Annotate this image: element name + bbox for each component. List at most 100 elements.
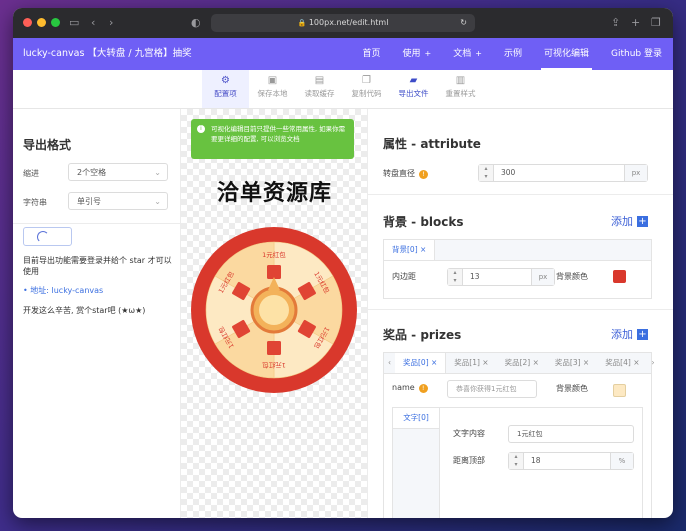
copy-icon: ❐ bbox=[362, 75, 371, 86]
prize-name-input[interactable]: 恭喜你获得1元红包 bbox=[447, 380, 537, 398]
tab-font-0[interactable]: 文字[0] bbox=[393, 408, 439, 429]
browser-titlebar: ▭ ‹ › ◐ 🔒 100px.net/edit.html ↻ ⇪ + ❐ bbox=[13, 8, 673, 38]
reload-icon[interactable]: ↻ bbox=[460, 14, 467, 32]
export-format-title: 导出格式 bbox=[23, 138, 72, 152]
shield-icon[interactable]: ◐ bbox=[191, 15, 201, 31]
tabs-overview-icon[interactable]: ❐ bbox=[651, 15, 661, 31]
minimize-window-button[interactable] bbox=[37, 18, 46, 27]
top-distance-input[interactable]: ▴ ▾ 18 % bbox=[508, 452, 634, 470]
forward-icon[interactable]: › bbox=[109, 15, 113, 31]
load-icon: ▤ bbox=[314, 75, 325, 86]
tab-block-0[interactable]: 背景[0] × bbox=[384, 240, 436, 260]
top-distance-value: 18 bbox=[531, 456, 541, 465]
diameter-input[interactable]: ▴ ▾ 300 px bbox=[478, 164, 648, 182]
back-icon[interactable]: ‹ bbox=[91, 15, 95, 31]
chevron-down-icon: ⌄ bbox=[154, 197, 161, 206]
toolbar-folder-button[interactable]: ▰ 导出文件 bbox=[390, 70, 437, 108]
add-label: 添加 bbox=[611, 215, 633, 228]
toolbar-label: 读取缓存 bbox=[304, 89, 335, 98]
zoom-window-button[interactable] bbox=[51, 18, 60, 27]
toolbar-label: 保存本地 bbox=[257, 89, 288, 98]
sidebar-icon[interactable]: ▭ bbox=[69, 15, 79, 31]
block-bgcolor-label: 背景颜色 bbox=[556, 272, 588, 281]
attribute-title: 属性 - attribute bbox=[383, 137, 481, 151]
share-icon[interactable]: ⇪ bbox=[611, 15, 620, 31]
diameter-value: 300 bbox=[501, 168, 516, 177]
nav-menu: 首页 使用 + 文档 + 示例 可视化编辑 Github 登录 bbox=[352, 38, 673, 70]
stepper-icon[interactable]: ▴ ▾ bbox=[448, 269, 463, 285]
lucky-wheel[interactable]: 1元红包 1元红包 1元红包 1元红包 1元红包 1元红包 bbox=[191, 227, 357, 393]
close-window-button[interactable] bbox=[23, 18, 32, 27]
toolbar-gear-button[interactable]: ⚙ 配置项 bbox=[202, 70, 249, 108]
new-tab-icon[interactable]: + bbox=[631, 15, 640, 31]
tab-prize-3[interactable]: 奖品[3] × bbox=[547, 353, 597, 373]
diameter-label-text: 转盘直径 bbox=[383, 169, 415, 178]
nav-item-0[interactable]: 首页 bbox=[352, 38, 392, 70]
info-icon: ! bbox=[419, 170, 428, 179]
tabs-prev-icon[interactable]: ‹ bbox=[384, 353, 395, 373]
repo-link[interactable]: • 地址: lucky-canvas bbox=[23, 285, 103, 296]
tab-prize-4[interactable]: 奖品[4] × bbox=[597, 353, 647, 373]
wheel-center-inner bbox=[259, 295, 289, 325]
unit-percent: % bbox=[610, 453, 633, 469]
nav-item-5[interactable]: Github 登录 bbox=[600, 38, 673, 70]
info-icon: ! bbox=[418, 384, 428, 393]
stepper-icon[interactable]: ▴ ▾ bbox=[479, 165, 494, 181]
tab-prize-1[interactable]: 奖品[1] × bbox=[446, 353, 496, 373]
toolbar-trash-button[interactable]: ▥ 重置样式 bbox=[437, 70, 484, 108]
blocks-title: 背景 - blocks bbox=[383, 215, 464, 229]
toolbar-label: 导出文件 bbox=[398, 89, 429, 98]
folder-icon: ▰ bbox=[409, 75, 418, 86]
save-icon: ▣ bbox=[267, 75, 278, 86]
prize-label: 1元红包 bbox=[262, 250, 286, 259]
nav-item-4[interactable]: 可视化编辑 bbox=[533, 38, 600, 70]
string-value: 单引号 bbox=[77, 197, 101, 206]
tab-prize-0[interactable]: 奖品[0] × bbox=[395, 353, 447, 373]
plus-icon: + bbox=[637, 329, 648, 340]
address-bar[interactable]: 🔒 100px.net/edit.html ↻ bbox=[211, 14, 475, 32]
red-envelope-icon bbox=[267, 341, 281, 355]
tab-prize-2[interactable]: 奖品[2] × bbox=[497, 353, 547, 373]
stepper-icon[interactable]: ▴ ▾ bbox=[509, 453, 524, 469]
export-panel: 导出格式 缩进 2个空格 ⌄ 字符串 单引号 ⌄ 目前导出功能需要登录并给个 sta… bbox=[13, 109, 181, 518]
gear-icon: ⚙ bbox=[221, 75, 230, 86]
indent-select[interactable]: 2个空格 ⌄ bbox=[68, 163, 168, 181]
url-text: 100px.net/edit.html bbox=[308, 18, 389, 27]
nav-item-label: 示例 bbox=[503, 49, 522, 59]
text-content-input[interactable]: 1元红包 bbox=[508, 425, 634, 443]
indent-label: 缩进 bbox=[23, 169, 39, 178]
lock-icon: 🔒 bbox=[297, 19, 307, 27]
nav-item-2[interactable]: 文档 + bbox=[442, 38, 493, 70]
chevron-down-icon: ⌄ bbox=[154, 168, 161, 177]
export-button-loading[interactable] bbox=[23, 227, 72, 246]
toolbar-label: 复制代码 bbox=[351, 89, 382, 98]
add-label: 添加 bbox=[611, 328, 633, 341]
config-panel: 属性 - attribute 转盘直径! ▴ ▾ 300 px 背景 - bloc… bbox=[368, 109, 673, 518]
block-color-picker[interactable] bbox=[613, 270, 626, 283]
blocks-panel: 背景[0] × 内边距 ▴ ▾ 13 px 背景颜色 bbox=[383, 239, 652, 299]
text-content-label: 文字内容 bbox=[453, 429, 485, 438]
trash-icon: ▥ bbox=[455, 75, 466, 86]
diameter-label: 转盘直径! bbox=[383, 168, 428, 179]
nav-item-1[interactable]: 使用 + bbox=[392, 38, 443, 70]
name-label: name! bbox=[392, 383, 428, 393]
tabs-next-icon[interactable]: › bbox=[647, 353, 658, 373]
toolbar-copy-button[interactable]: ❐ 复制代码 bbox=[343, 70, 390, 108]
toolbar-save-button[interactable]: ▣ 保存本地 bbox=[249, 70, 296, 108]
login-note: 目前导出功能需要登录并给个 star 才可以使用 bbox=[23, 256, 172, 276]
string-select[interactable]: 单引号 ⌄ bbox=[68, 192, 168, 210]
padding-input[interactable]: ▴ ▾ 13 px bbox=[447, 268, 555, 286]
nav-item-label: Github 登录 bbox=[611, 49, 662, 59]
toolbar-load-button[interactable]: ▤ 读取缓存 bbox=[296, 70, 343, 108]
toolbar-label: 重置样式 bbox=[445, 89, 476, 98]
divider bbox=[13, 223, 180, 224]
info-icon: i bbox=[197, 125, 205, 133]
nav-item-3[interactable]: 示例 bbox=[493, 38, 533, 70]
brand-title[interactable]: lucky-canvas 【大转盘 / 九宫格】抽奖 bbox=[23, 38, 192, 70]
add-prize-button[interactable]: 添加 + bbox=[611, 326, 648, 342]
add-block-button[interactable]: 添加 + bbox=[611, 213, 648, 229]
wheel-svg[interactable]: 1元红包1元红包1元红包1元红包1元红包1元红包 bbox=[191, 227, 357, 393]
indent-value: 2个空格 bbox=[77, 168, 107, 177]
prize-color-picker[interactable] bbox=[613, 384, 626, 397]
unit-px: px bbox=[624, 165, 647, 181]
